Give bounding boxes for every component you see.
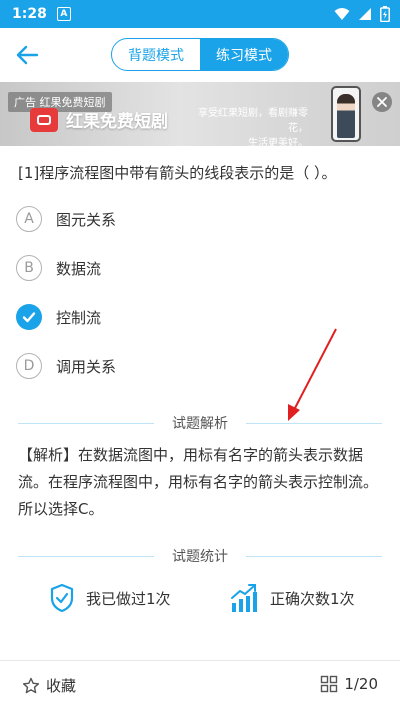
annotation-arrow <box>288 328 337 421</box>
status-bar: 1:28 A <box>0 0 400 28</box>
option-d-text: 调用关系 <box>56 357 117 376</box>
ad-person-image <box>337 94 355 138</box>
back-arrow-icon <box>16 45 39 65</box>
ad-slogan: 享受红果短剧，看剧赚零花， 生活更美好。 <box>196 106 308 146</box>
stats-section-title: 试题统计 <box>18 546 382 566</box>
ad-close-button[interactable] <box>372 92 392 112</box>
question-index-button[interactable]: 1/20 <box>320 675 378 693</box>
footer-bar: 收藏 1/20 <box>0 660 400 710</box>
shield-check-icon <box>50 583 74 613</box>
option-a-text: 图元关系 <box>56 210 117 229</box>
option-c-check <box>16 304 42 330</box>
analysis-text: 【解析】在数据流图中，用标有名字的箭头表示数据流。在程序流程图中，用标有名字的箭… <box>18 446 379 518</box>
star-icon <box>22 677 40 693</box>
option-b-text: 数据流 <box>56 259 102 278</box>
battery-icon <box>380 6 390 22</box>
tab-recite-mode[interactable]: 背题模式 <box>112 39 200 70</box>
favorite-button[interactable]: 收藏 <box>22 675 76 696</box>
signal-icon <box>359 8 371 20</box>
option-d-marker: D <box>16 353 42 379</box>
status-time: 1:28 <box>12 6 47 22</box>
status-icons <box>334 6 390 22</box>
ad-banner[interactable]: 广告 红果免费短剧 红果免费短剧 享受红果短剧，看剧赚零花， 生活更美好。 <box>0 82 400 146</box>
favorite-label: 收藏 <box>46 677 77 695</box>
back-button[interactable] <box>12 40 42 70</box>
stat-done-text: 我已做过1次 <box>86 589 171 608</box>
ad-slogan-line1: 享受红果短剧，看剧赚零花， <box>198 108 308 134</box>
stats-row: 我已做过1次 正确次数1次 <box>0 580 400 620</box>
option-b-marker: B <box>16 255 42 281</box>
mode-switch: 背题模式 练习模式 <box>111 38 289 71</box>
question-text: [1]程序流程图中带有箭头的线段表示的是（ ）。 <box>18 164 337 182</box>
close-icon <box>377 97 387 107</box>
stats-title: 试题统计 <box>172 549 228 565</box>
stat-done: 我已做过1次 <box>50 580 171 616</box>
ad-app-logo <box>30 108 58 132</box>
ad-title: 红果免费短剧 <box>66 112 168 132</box>
page-indicator: 1/20 <box>344 675 378 693</box>
notification-icon: A <box>56 7 71 21</box>
wifi-icon <box>334 8 350 20</box>
checkmark-icon <box>22 312 36 323</box>
stat-correct-text: 正确次数1次 <box>270 589 355 608</box>
option-a[interactable]: A 图元关系 <box>16 205 376 233</box>
stat-correct: 正确次数1次 <box>230 580 355 616</box>
tab-practice-mode[interactable]: 练习模式 <box>200 39 288 70</box>
header: 背题模式 练习模式 <box>0 28 400 82</box>
grid-icon <box>321 675 338 693</box>
chart-growth-icon <box>231 584 257 612</box>
analysis-title: 试题解析 <box>172 416 228 432</box>
option-b[interactable]: B 数据流 <box>16 254 376 282</box>
option-c-text: 控制流 <box>56 308 102 327</box>
analysis-section-title: 试题解析 <box>18 413 382 433</box>
option-a-marker: A <box>16 206 42 232</box>
ad-slogan-line2: 生活更美好。 <box>248 138 308 146</box>
